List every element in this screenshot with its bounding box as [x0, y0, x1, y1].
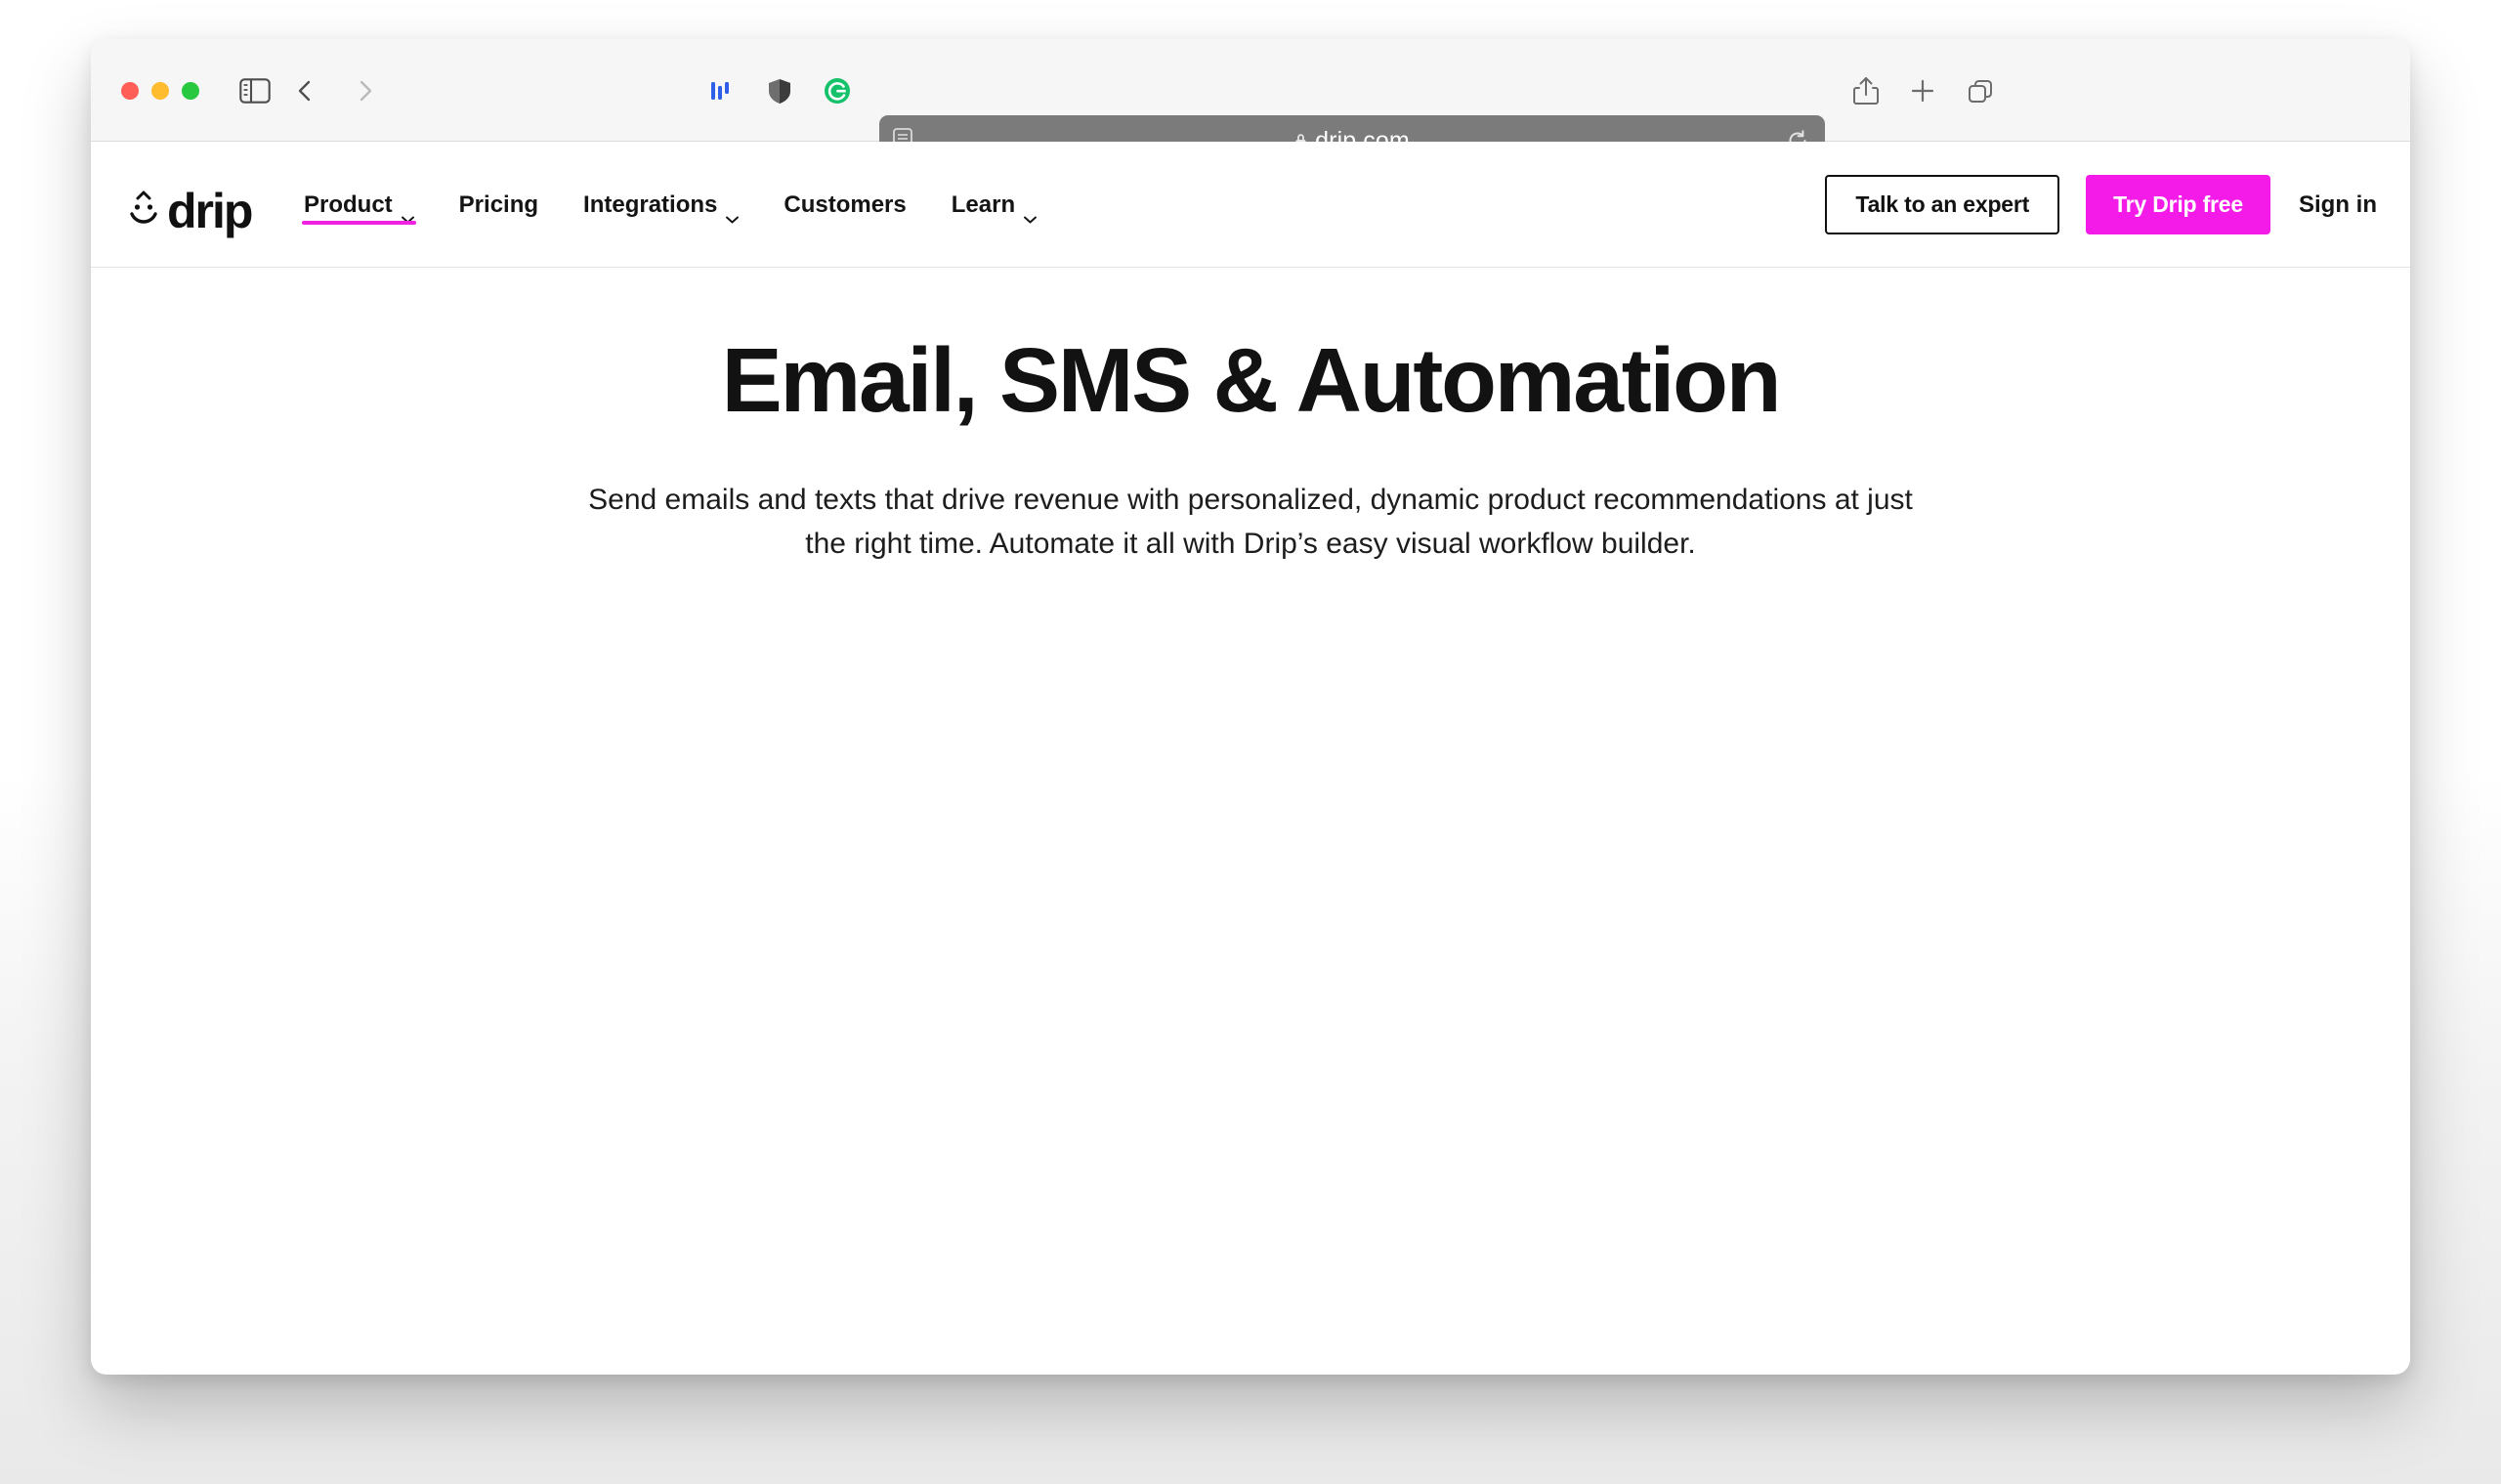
- maximize-window-button[interactable]: [182, 82, 199, 100]
- header-actions: Talk to an expert Try Drip free Sign in: [1825, 142, 2377, 268]
- site-header: drip Product Pricing Integrations Custom…: [91, 142, 2410, 268]
- drip-smiley-droplet-icon: [124, 190, 165, 233]
- close-window-button[interactable]: [121, 82, 139, 100]
- nav-item-label: Product: [304, 191, 393, 218]
- nav-item-label: Pricing: [458, 191, 539, 218]
- chevron-down-icon: [401, 203, 414, 223]
- window-traffic-lights: [121, 82, 199, 100]
- grammarly-extension-icon[interactable]: [823, 76, 852, 106]
- nav-item-learn[interactable]: Learn: [929, 142, 1059, 268]
- main-nav: Product Pricing Integrations Customers L…: [281, 142, 1059, 268]
- chevron-down-icon: [1024, 203, 1038, 223]
- nav-item-product[interactable]: Product: [281, 142, 437, 268]
- drip-logo-text: drip: [167, 184, 253, 238]
- nav-item-label: Integrations: [583, 191, 718, 218]
- shield-extension-icon[interactable]: [765, 76, 794, 106]
- bars-extension-icon[interactable]: [707, 76, 737, 106]
- chevron-down-icon: [726, 203, 740, 223]
- chevron-right-icon[interactable]: [352, 78, 377, 104]
- tab-overview-icon[interactable]: [1964, 74, 1997, 107]
- hero-subtitle: Send emails and texts that drive revenue…: [588, 483, 1913, 561]
- sign-in-link[interactable]: Sign in: [2299, 191, 2377, 219]
- browser-window: drip.com drip Product Pricing Integratio…: [91, 39, 2410, 1375]
- nav-item-customers[interactable]: Customers: [761, 142, 928, 268]
- share-icon[interactable]: [1849, 74, 1883, 107]
- nav-item-integrations[interactable]: Integrations: [561, 142, 761, 268]
- talk-to-expert-button[interactable]: Talk to an expert: [1825, 175, 2060, 234]
- drip-logo[interactable]: drip: [124, 184, 253, 238]
- sidebar-icon[interactable]: [239, 78, 271, 104]
- hero-section: Email, SMS & Automation Send emails and …: [91, 268, 2410, 567]
- minimize-window-button[interactable]: [151, 82, 169, 100]
- chevron-left-icon[interactable]: [293, 78, 318, 104]
- page-title: Email, SMS & Automation: [721, 329, 1782, 431]
- browser-toolbar: drip.com: [91, 39, 2410, 166]
- nav-item-label: Learn: [951, 191, 1016, 218]
- nav-active-underline: [302, 221, 416, 225]
- try-drip-free-button[interactable]: Try Drip free: [2086, 175, 2270, 234]
- nav-item-label: Customers: [784, 191, 907, 218]
- nav-item-pricing[interactable]: Pricing: [437, 142, 561, 268]
- new-tab-icon[interactable]: [1906, 74, 1939, 107]
